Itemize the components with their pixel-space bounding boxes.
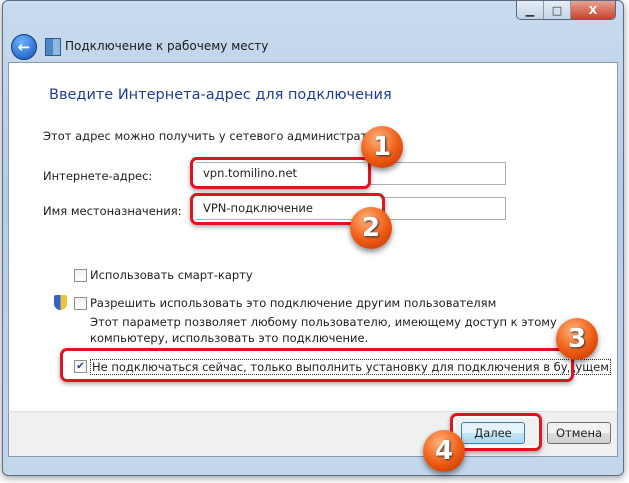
maximize-button[interactable]: □ [544,1,571,19]
smartcard-label[interactable]: Использовать смарт-карту [90,268,253,282]
address-label: Интернете-адрес: [43,169,153,183]
uac-shield-icon [54,295,67,310]
page-heading: Введите Интернета-адрес для подключения [49,87,392,103]
hint-text: Этот адрес можно получить у сетевого адм… [43,129,393,143]
cancel-button[interactable]: Отмена [547,422,611,444]
highlight-address [190,157,371,189]
close-button[interactable]: X [571,1,615,19]
back-arrow-icon[interactable]: ← [11,34,37,60]
allow-others-checkbox[interactable] [74,297,87,310]
wizard-window: ▁ □ X ← Подключение к рабочему месту Вве… [2,0,624,476]
step-badge-2: 2 [350,207,392,249]
window-controls: ▁ □ X [516,1,616,20]
smartcard-checkbox[interactable] [74,269,87,282]
minimize-button[interactable]: ▁ [517,1,544,19]
allow-others-label[interactable]: Разрешить использовать это подключение д… [90,296,496,310]
destination-label: Имя местоназначения: [43,204,182,218]
workplace-connection-icon [45,38,61,56]
highlight-dont-connect [60,348,574,382]
allow-others-description-1: Этот параметр позволяет любому пользоват… [90,315,557,329]
window-title: Подключение к рабочему месту [65,39,269,53]
step-badge-4: 4 [423,430,465,472]
step-badge-3: 3 [556,318,598,360]
allow-others-description-2: компьютеру, использовать это подключение… [90,331,369,345]
step-badge-1: 1 [361,126,403,168]
